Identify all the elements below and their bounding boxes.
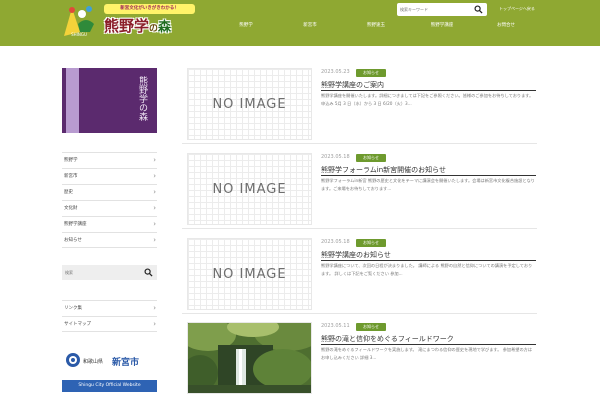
post-thumbnail[interactable]: NO IMAGE <box>187 153 312 225</box>
sidebar-menu: 熊野学 › 新宮市 › 歴史 › 文化財 › 熊野学講座 › お知らせ › <box>62 152 157 248</box>
sidebar-item-label: 熊野学講座 <box>64 222 87 227</box>
sidebar-menu-secondary: リンク集 › サイトマップ › <box>62 300 157 332</box>
post-item: NO IMAGE 2023.05.18 お知らせ 熊野学講座のお知らせ 熊野学講… <box>182 238 537 314</box>
logo-title-tree: 森 <box>158 20 172 35</box>
post-date: 2023.05.23 <box>321 69 350 75</box>
city-prefecture: 和歌山県 <box>83 359 104 365</box>
post-title[interactable]: 熊野学フォーラムin新宮開催のお知らせ <box>321 165 536 176</box>
no-image-label: NO IMAGE <box>212 267 287 282</box>
site-logo[interactable]: SHINGU 新宮文化がいきがきわかる！ 熊野学の森 <box>60 2 195 38</box>
post-item: NO IMAGE 2023.05.23 お知らせ 熊野学講座のご案内 熊野学講座… <box>182 68 537 144</box>
post-category-badge[interactable]: お知らせ <box>356 239 386 247</box>
chevron-right-icon: › <box>153 172 156 180</box>
logo-title-no: の <box>149 24 159 34</box>
chevron-right-icon: › <box>153 320 156 328</box>
city-crest-icon <box>66 353 80 367</box>
post-excerpt: 熊野学講座を開催いたします。詳細につきましては下記をご参照ください。皆様のご参加… <box>321 93 534 106</box>
post-title[interactable]: 熊野の滝と信仰をめぐるフィールドワーク <box>321 334 536 345</box>
chevron-right-icon: › <box>153 156 156 164</box>
sidebar-item-label: 熊野学 <box>64 158 78 163</box>
city-english-name: Shingu City Official Website <box>62 380 157 392</box>
sidebar-item-label: 歴史 <box>64 190 73 195</box>
post-category-badge[interactable]: お知らせ <box>356 154 386 162</box>
sidebar-banner[interactable]: 熊野学の森 <box>62 68 157 133</box>
chevron-right-icon: › <box>153 204 156 212</box>
post-title[interactable]: 熊野学講座のお知らせ <box>321 250 536 261</box>
search-icon[interactable] <box>144 268 153 277</box>
sidebar-item-label: リンク集 <box>64 306 82 311</box>
post-item: 2023.05.11 お知らせ 熊野の滝と信仰をめぐるフィールドワーク 熊野の滝… <box>182 322 537 398</box>
logo-mark-icon: SHINGU <box>64 6 94 37</box>
chevron-right-icon: › <box>153 188 156 196</box>
city-name: 新宮市 <box>112 358 140 368</box>
nav-item[interactable]: 熊野学 <box>228 21 264 31</box>
post-excerpt: 熊野学フォーラムin新宮 熊野の歴史と文化をテーマに講演会を開催いたします。会場… <box>321 178 535 191</box>
chevron-right-icon: › <box>153 236 156 244</box>
sidebar-item[interactable]: 熊野学講座 › <box>62 216 157 232</box>
sidebar-item[interactable]: お知らせ › <box>62 232 157 248</box>
logo-title-main: 熊野学 <box>104 17 150 35</box>
banner-text: 熊野学の森 <box>137 76 147 121</box>
sidebar-item[interactable]: 文化財 › <box>62 200 157 216</box>
nav-item[interactable]: 熊野学講座 <box>422 21 462 31</box>
post-date: 2023.05.18 <box>321 154 350 160</box>
sidebar-item[interactable]: 熊野学 › <box>62 152 157 168</box>
nav-item[interactable]: お問合せ <box>488 21 524 31</box>
no-image-label: NO IMAGE <box>212 97 287 112</box>
post-excerpt: 熊野学講座について、次回の日程が決まりました。 講師による 熊野の自然と信仰につ… <box>321 263 533 276</box>
post-excerpt: 熊野の滝をめぐるフィールドワークを実施します。 滝にまつわる信仰の歴史を現地で学… <box>321 347 533 360</box>
post-category-badge[interactable]: お知らせ <box>356 323 386 331</box>
sidebar-item-label: 新宮市 <box>64 174 78 179</box>
post-date: 2023.05.18 <box>321 239 350 245</box>
sidebar-item-label: 文化財 <box>64 206 78 211</box>
chevron-right-icon: › <box>153 220 156 228</box>
post-thumbnail[interactable]: NO IMAGE <box>187 68 312 140</box>
post-title[interactable]: 熊野学講座のご案内 <box>321 80 536 91</box>
sidebar-item[interactable]: 新宮市 › <box>62 168 157 184</box>
post-date: 2023.05.11 <box>321 323 350 329</box>
site-header: SHINGU 新宮文化がいきがきわかる！ 熊野学の森 トップページへ戻る 熊野学… <box>0 0 600 46</box>
banner-stripe <box>66 68 79 133</box>
sidebar-item[interactable]: サイトマップ › <box>62 316 157 332</box>
sidebar-search <box>62 265 157 280</box>
post-item: NO IMAGE 2023.05.18 お知らせ 熊野学フォーラムin新宮開催の… <box>182 153 537 229</box>
header-top-link[interactable]: トップページへ戻る <box>499 6 539 12</box>
nav-item[interactable]: 新宮市 <box>292 21 328 31</box>
waterfall-photo <box>188 323 311 393</box>
sidebar-search-input[interactable] <box>65 268 135 277</box>
search-icon[interactable] <box>474 5 483 14</box>
logo-title: 熊野学の森 <box>104 16 195 36</box>
header-search-input[interactable] <box>400 5 470 14</box>
sidebar-item[interactable]: 歴史 › <box>62 184 157 200</box>
post-thumbnail[interactable] <box>187 322 312 394</box>
nav-item[interactable]: 熊野速玉 <box>358 21 394 31</box>
chevron-right-icon: › <box>153 304 156 312</box>
city-banner[interactable]: 和歌山県 新宮市 Shingu City Official Website <box>62 350 157 392</box>
sidebar-item-label: お知らせ <box>64 238 82 243</box>
svg-text:SHINGU: SHINGU <box>71 32 87 37</box>
post-thumbnail[interactable]: NO IMAGE <box>187 238 312 310</box>
logo-tagline: 新宮文化がいきがきわかる！ <box>104 4 195 14</box>
sidebar-item[interactable]: リンク集 › <box>62 300 157 316</box>
no-image-label: NO IMAGE <box>212 182 287 197</box>
sidebar-item-label: サイトマップ <box>64 322 91 327</box>
header-search <box>397 3 487 16</box>
post-category-badge[interactable]: お知らせ <box>356 69 386 77</box>
